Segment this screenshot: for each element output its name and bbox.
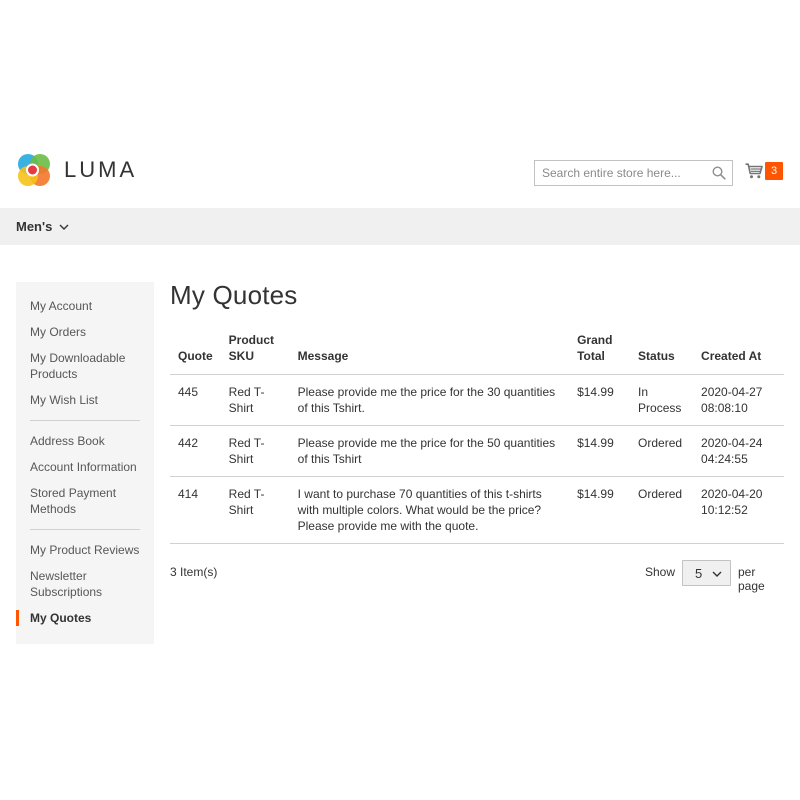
per-page-select[interactable]: 5 bbox=[682, 560, 731, 586]
cell-created-at: 2020-04-20 10:12:52 bbox=[693, 476, 784, 544]
search-icon[interactable] bbox=[712, 166, 726, 180]
column-header-status: Status bbox=[630, 332, 694, 375]
main-content: My Quotes Quote Product SKU Message Gran… bbox=[170, 280, 784, 593]
search-input[interactable] bbox=[535, 161, 705, 185]
sidebar-item-newsletter-subscriptions[interactable]: Newsletter Subscriptions bbox=[16, 568, 154, 600]
items-count: 3 Item(s) bbox=[170, 565, 218, 579]
sidebar-item-downloadable-products[interactable]: My Downloadable Products bbox=[16, 350, 154, 382]
cell-message: Please provide me the price for the 30 q… bbox=[289, 374, 570, 426]
per-page-label: per page bbox=[738, 565, 765, 593]
column-header-quote: Quote bbox=[170, 332, 221, 375]
page-title: My Quotes bbox=[170, 280, 298, 310]
cell-status: Ordered bbox=[630, 425, 694, 477]
table-row[interactable]: 414 Red T-Shirt I want to purchase 70 qu… bbox=[170, 476, 784, 544]
luma-logo-icon bbox=[18, 154, 50, 186]
column-header-product-sku: Product SKU bbox=[220, 332, 290, 375]
sidebar-item-my-quotes: My Quotes bbox=[16, 610, 154, 626]
per-page-value: 5 bbox=[695, 566, 703, 581]
top-navigation: Men's bbox=[0, 208, 800, 245]
cart-count-badge: 3 bbox=[765, 162, 783, 180]
cell-created-at: 2020-04-24 04:24:55 bbox=[693, 425, 784, 477]
column-header-created-at: Created At bbox=[693, 332, 784, 375]
column-header-grand-total: Grand Total bbox=[569, 332, 631, 375]
cell-product-sku: Red T-Shirt bbox=[220, 374, 290, 426]
cell-grand-total: $14.99 bbox=[569, 476, 631, 544]
cell-message: I want to purchase 70 quantities of this… bbox=[289, 476, 570, 544]
chevron-down-icon bbox=[712, 571, 722, 577]
chevron-down-icon bbox=[59, 224, 69, 230]
table-row[interactable]: 445 Red T-Shirt Please provide me the pr… bbox=[170, 374, 784, 426]
column-header-message: Message bbox=[289, 332, 570, 375]
cell-status: Ordered bbox=[630, 476, 694, 544]
cell-quote[interactable]: 445 bbox=[170, 374, 221, 426]
sidebar-item-my-account[interactable]: My Account bbox=[16, 298, 154, 314]
cell-product-sku: Red T-Shirt bbox=[220, 425, 290, 477]
logo-text: LUMA bbox=[64, 157, 138, 182]
cell-status: In Process bbox=[630, 374, 694, 426]
cell-quote[interactable]: 414 bbox=[170, 476, 221, 544]
minicart[interactable]: 3 bbox=[745, 162, 783, 180]
sidebar-divider bbox=[30, 420, 140, 421]
store-logo[interactable]: LUMA bbox=[16, 152, 137, 188]
table-row[interactable]: 442 Red T-Shirt Please provide me the pr… bbox=[170, 425, 784, 477]
sidebar-item-product-reviews[interactable]: My Product Reviews bbox=[16, 542, 154, 558]
cell-quote[interactable]: 442 bbox=[170, 425, 221, 477]
sidebar-item-address-book[interactable]: Address Book bbox=[16, 433, 154, 449]
cart-icon[interactable] bbox=[745, 163, 763, 179]
table-header-row: Quote Product SKU Message Grand Total St… bbox=[170, 332, 784, 375]
limiter-label: Show bbox=[645, 565, 676, 579]
nav-item-mens[interactable]: Men's bbox=[16, 208, 69, 245]
cell-message: Please provide me the price for the 50 q… bbox=[289, 425, 570, 477]
pagination-toolbar: 3 Item(s) Show 5 per page bbox=[170, 560, 784, 593]
cell-grand-total: $14.99 bbox=[569, 425, 631, 477]
cell-product-sku: Red T-Shirt bbox=[220, 476, 290, 544]
sidebar-item-account-information[interactable]: Account Information bbox=[16, 459, 154, 475]
sidebar-divider bbox=[30, 529, 140, 530]
cell-created-at: 2020-04-27 08:08:10 bbox=[693, 374, 784, 426]
quotes-table: Quote Product SKU Message Grand Total St… bbox=[170, 332, 784, 544]
sidebar-item-stored-payment-methods[interactable]: Stored Payment Methods bbox=[16, 485, 154, 517]
sidebar-item-wish-list[interactable]: My Wish List bbox=[16, 392, 154, 408]
cell-grand-total: $14.99 bbox=[569, 374, 631, 426]
search-box bbox=[534, 160, 733, 186]
site-header: LUMA 3 bbox=[0, 140, 800, 208]
nav-item-label: Men's bbox=[16, 219, 53, 234]
sidebar-item-my-orders[interactable]: My Orders bbox=[16, 324, 154, 340]
account-sidebar: My Account My Orders My Downloadable Pro… bbox=[16, 282, 154, 644]
